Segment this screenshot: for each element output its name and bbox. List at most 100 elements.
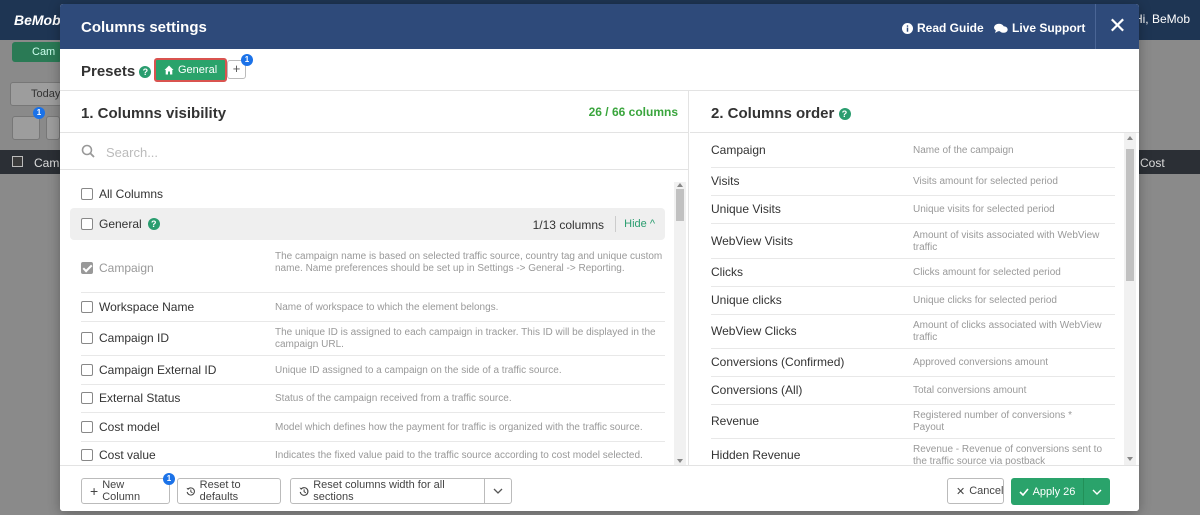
column-checkbox[interactable] bbox=[81, 421, 93, 433]
column-toggle[interactable]: Campaign External ID bbox=[81, 363, 216, 377]
scrollbar-thumb[interactable] bbox=[676, 189, 684, 221]
all-columns-toggle[interactable]: All Columns bbox=[81, 187, 163, 201]
group-count: 1/13 columns bbox=[532, 218, 604, 232]
live-support-link[interactable]: Live Support bbox=[994, 21, 1085, 35]
column-checkbox[interactable] bbox=[81, 392, 93, 404]
order-row[interactable]: Unique Visits Unique visits for selected … bbox=[711, 196, 1115, 224]
order-row[interactable]: Unique clicks Unique clicks for selected … bbox=[711, 287, 1115, 315]
scroll-up-arrow[interactable] bbox=[677, 183, 683, 187]
column-name: Campaign bbox=[99, 261, 154, 275]
reset-width-label: Reset columns width for all sections bbox=[313, 479, 445, 503]
column-checkbox[interactable] bbox=[81, 364, 93, 376]
order-row[interactable]: Conversions (Confirmed) Approved conversi… bbox=[711, 349, 1115, 377]
column-checkbox[interactable] bbox=[81, 301, 93, 313]
chevron-down-icon bbox=[1092, 489, 1102, 495]
column-checkbox[interactable] bbox=[81, 262, 93, 274]
order-column-description: Name of the campaign bbox=[913, 145, 1014, 156]
columns-visibility-panel: 1. Columns visibility 26 / 66 columns Al… bbox=[60, 91, 689, 470]
column-toggle[interactable]: Campaign ID bbox=[81, 331, 169, 345]
column-description: The unique ID is assigned to each campai… bbox=[275, 327, 656, 350]
group-name[interactable]: General ? bbox=[81, 217, 160, 231]
filter-button[interactable] bbox=[46, 116, 60, 140]
scroll-down-arrow[interactable] bbox=[1127, 457, 1133, 461]
column-name: Workspace Name bbox=[99, 300, 195, 314]
table-col-cost[interactable]: Cost bbox=[1140, 156, 1165, 170]
order-row[interactable]: Revenue Registered number of conversions … bbox=[711, 405, 1115, 439]
column-toggle[interactable]: External Status bbox=[81, 391, 180, 405]
order-list: Campaign Name of the campaign Visits Visits… bbox=[690, 132, 1139, 465]
visibility-scrollbar[interactable] bbox=[674, 182, 686, 465]
apply-dropdown[interactable] bbox=[1084, 489, 1110, 495]
new-column-button[interactable]: + New Column bbox=[81, 478, 170, 504]
order-row[interactable]: WebView Clicks Amount of clicks associate… bbox=[711, 315, 1115, 349]
column-checkbox[interactable] bbox=[81, 332, 93, 344]
order-row[interactable]: WebView Visits Amount of visits associate… bbox=[711, 224, 1115, 259]
scrollbar-thumb[interactable] bbox=[1126, 149, 1134, 281]
reset-width-dropdown[interactable] bbox=[484, 478, 512, 504]
column-description: Model which defines how the payment for … bbox=[275, 422, 643, 433]
order-column-name: Clicks bbox=[711, 265, 743, 279]
campaigns-tab[interactable]: Cam bbox=[12, 42, 62, 62]
help-icon[interactable]: ? bbox=[147, 218, 160, 230]
group-general: General ? 1/13 columns Hide ^ bbox=[70, 208, 665, 240]
close-button[interactable]: ✕ bbox=[1095, 4, 1139, 49]
cancel-button[interactable]: ✕ Cancel bbox=[947, 478, 1004, 504]
columns-order-panel: 2. Columns order ? Campaign Name of the c… bbox=[690, 91, 1139, 465]
all-columns-checkbox[interactable] bbox=[81, 188, 93, 200]
order-row[interactable]: Hidden Revenue Revenue - Revenue of conve… bbox=[711, 439, 1115, 465]
presets-bar: Presets ? General + 1 bbox=[60, 49, 1139, 91]
column-name: Campaign External ID bbox=[99, 363, 217, 377]
close-icon: ✕ bbox=[1108, 13, 1127, 38]
scroll-up-arrow[interactable] bbox=[1127, 136, 1133, 140]
order-row[interactable]: Visits Visits amount for selected period bbox=[711, 168, 1115, 196]
date-picker[interactable]: Today bbox=[10, 82, 62, 106]
column-name: Cost value bbox=[99, 448, 156, 462]
order-column-description: Clicks amount for selected period bbox=[913, 267, 1061, 278]
flag-button[interactable] bbox=[12, 116, 40, 140]
order-row[interactable]: Clicks Clicks amount for selected period bbox=[711, 259, 1115, 287]
reset-defaults-button[interactable]: Reset to defaults bbox=[177, 478, 281, 504]
search-box bbox=[60, 132, 689, 170]
order-row[interactable]: Campaign Name of the campaign bbox=[711, 133, 1115, 168]
preset-general-button[interactable]: General bbox=[154, 58, 228, 82]
search-input[interactable] bbox=[106, 142, 506, 162]
read-guide-link[interactable]: Read Guide bbox=[902, 21, 984, 35]
column-row: Cost model Model which defines how the pa… bbox=[81, 413, 665, 442]
flag-badge: 1 bbox=[33, 107, 45, 119]
column-toggle[interactable]: Workspace Name bbox=[81, 300, 194, 314]
apply-button-group: Apply 26 bbox=[1011, 478, 1110, 505]
order-scrollbar[interactable] bbox=[1124, 133, 1136, 465]
help-icon[interactable]: ? bbox=[139, 66, 152, 79]
order-column-name: Campaign bbox=[711, 143, 766, 157]
apply-button[interactable]: Apply 26 bbox=[1011, 478, 1084, 505]
visibility-title: 1. Columns visibility bbox=[81, 105, 227, 122]
order-column-name: Unique clicks bbox=[711, 293, 782, 307]
column-toggle[interactable]: Campaign bbox=[81, 261, 154, 275]
app-logo: BeMob bbox=[14, 12, 61, 28]
reset-width-button[interactable]: Reset columns width for all sections bbox=[290, 478, 485, 504]
order-row[interactable]: Conversions (All) Total conversions amoun… bbox=[711, 377, 1115, 405]
order-column-description: Revenue - Revenue of conversions sent to… bbox=[913, 444, 1102, 465]
column-toggle[interactable]: Cost model bbox=[81, 420, 160, 434]
column-row: Workspace Name Name of workspace to which… bbox=[81, 293, 665, 322]
column-row: Campaign ID The unique ID is assigned to … bbox=[81, 322, 665, 356]
order-column-name: Visits bbox=[711, 174, 740, 188]
group-label: General bbox=[99, 217, 142, 231]
order-column-name: Conversions (Confirmed) bbox=[711, 355, 845, 369]
group-checkbox[interactable] bbox=[81, 218, 93, 230]
column-toggle[interactable]: Cost value bbox=[81, 448, 156, 462]
table-select-all-checkbox[interactable] bbox=[12, 156, 23, 167]
presets-label: Presets ? bbox=[81, 63, 152, 80]
cancel-label: Cancel bbox=[969, 485, 1004, 497]
column-name: Campaign ID bbox=[99, 331, 170, 345]
user-greeting[interactable]: Hi, BeMob bbox=[1134, 12, 1190, 26]
check-icon bbox=[1019, 487, 1029, 496]
plus-icon: + bbox=[90, 483, 99, 499]
help-icon[interactable]: ? bbox=[838, 108, 851, 121]
order-column-description: Approved conversions amount bbox=[913, 357, 1049, 368]
column-description: Unique ID assigned to a campaign on the … bbox=[275, 365, 562, 376]
order-column-name: Hidden Revenue bbox=[711, 448, 801, 462]
scroll-down-arrow[interactable] bbox=[677, 459, 683, 463]
column-checkbox[interactable] bbox=[81, 449, 93, 461]
group-hide-toggle[interactable]: Hide ^ bbox=[624, 218, 655, 230]
